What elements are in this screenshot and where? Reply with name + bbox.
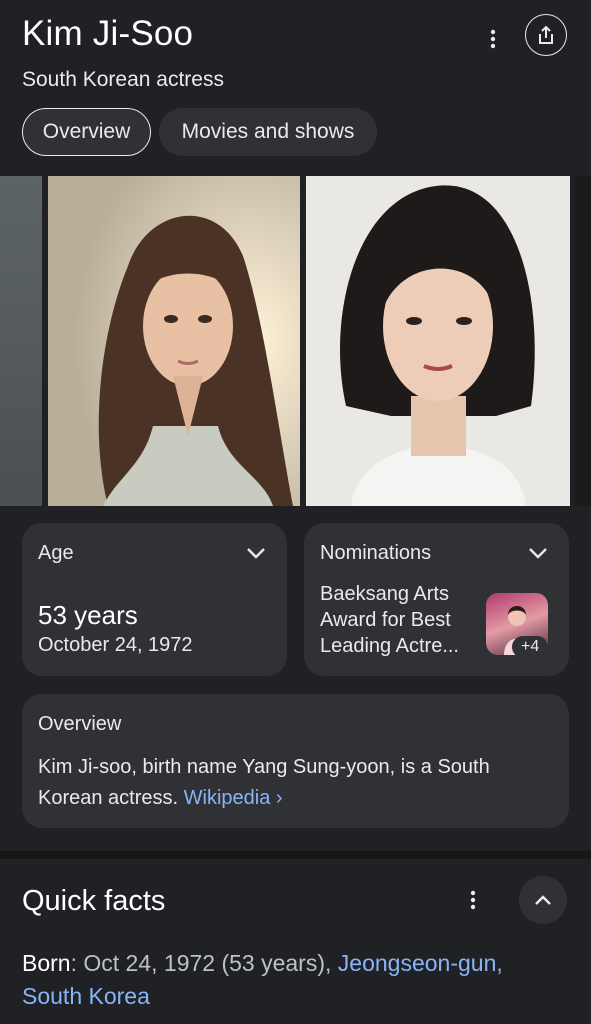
overview-card: Overview Kim Ji-soo, birth name Yang Sun… [22, 694, 569, 828]
gallery-image-1[interactable] [48, 176, 300, 506]
age-label: Age [38, 542, 74, 564]
image-gallery[interactable] [0, 176, 591, 506]
born-value: Oct 24, 1972 (53 years), [83, 950, 332, 976]
more-count-badge: +4 [512, 636, 549, 658]
wikipedia-link[interactable]: Wikipedia › [184, 787, 283, 809]
gallery-image-2[interactable] [306, 176, 570, 506]
gallery-image-partial[interactable] [575, 176, 591, 506]
portrait-illustration [306, 176, 570, 506]
share-button[interactable] [525, 14, 567, 56]
portrait-illustration [48, 176, 300, 506]
overview-text: Kim Ji-soo, birth name Yang Sung-yoon, i… [38, 752, 553, 814]
birth-date: October 24, 1972 [38, 634, 193, 656]
gallery-image-partial[interactable] [0, 176, 42, 506]
chevron-down-icon [529, 548, 547, 559]
overview-label: Overview [38, 713, 122, 735]
collapse-button[interactable] [519, 876, 567, 924]
section-divider [0, 851, 591, 859]
entity-subtitle: South Korean actress [22, 68, 224, 91]
quick-facts-title: Quick facts [22, 885, 166, 917]
born-label: Born [22, 950, 71, 976]
more-options-button[interactable] [478, 24, 508, 54]
quick-facts-more-button[interactable] [460, 887, 486, 913]
chevron-down-icon [247, 548, 265, 559]
entity-title: Kim Ji-Soo [22, 14, 194, 53]
nomination-text: Baeksang Arts Award for Best Leading Act… [320, 583, 459, 657]
age-value: 53 years [38, 600, 138, 630]
knowledge-panel-header: Kim Ji-Soo South Korean actress Overview… [0, 0, 591, 175]
chevron-up-icon [535, 895, 551, 905]
nominations-label: Nominations [320, 542, 432, 564]
born-fact: Born: Oct 24, 1972 (53 years), Jeongseon… [22, 950, 503, 1009]
tab-overview[interactable]: Overview [22, 108, 151, 156]
nominations-card[interactable]: Nominations Baeksang Arts Award for Best… [304, 523, 569, 676]
tab-movies-and-shows[interactable]: Movies and shows [159, 108, 377, 156]
share-icon [539, 25, 553, 44]
more-vert-icon [490, 29, 496, 49]
more-vert-icon [470, 890, 476, 910]
age-card[interactable]: Age 53 years October 24, 1972 [22, 523, 287, 676]
